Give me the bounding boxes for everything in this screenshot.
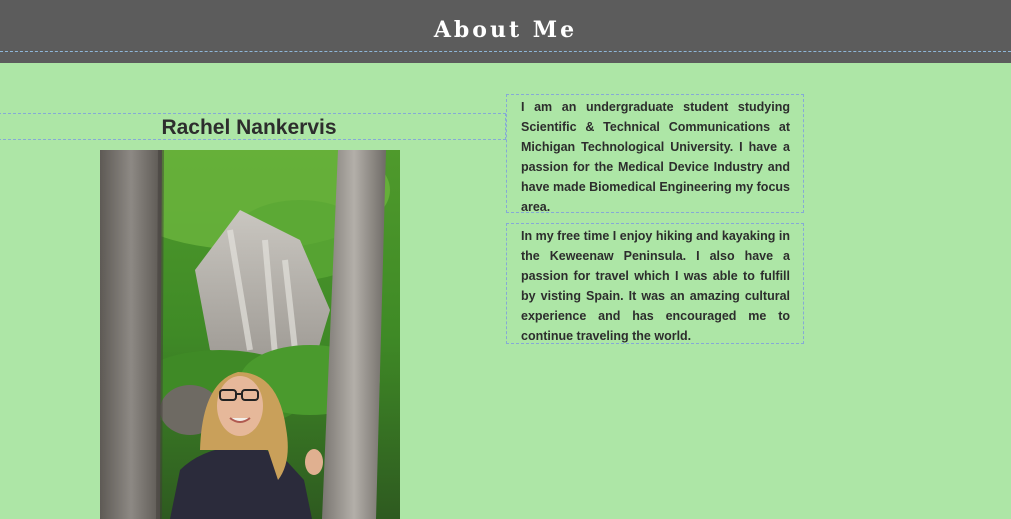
bio-paragraph-education: I am an undergraduate student studying S… — [521, 100, 790, 214]
bio-paragraph-hobbies: In my free time I enjoy hiking and kayak… — [521, 229, 790, 343]
profile-photo — [100, 150, 400, 519]
name-heading-box: Rachel Nankervis — [0, 113, 506, 140]
profile-photo-image — [100, 150, 400, 519]
header-divider — [0, 51, 1011, 52]
bio-box-hobbies: In my free time I enjoy hiking and kayak… — [506, 223, 804, 344]
bio-box-education: I am an undergraduate student studying S… — [506, 94, 804, 214]
profile-name: Rachel Nankervis — [161, 116, 337, 139]
page-title: About Me — [433, 17, 578, 43]
page-header: About Me — [0, 0, 1011, 63]
